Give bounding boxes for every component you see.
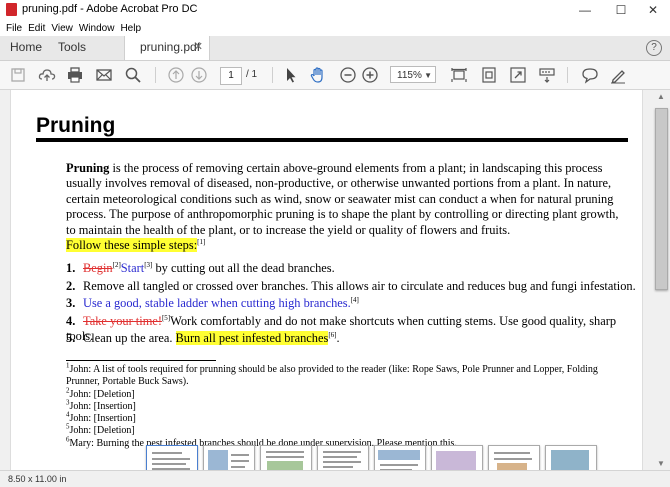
zoom-out-icon[interactable]	[339, 66, 357, 84]
menu-edit[interactable]: Edit	[25, 21, 48, 37]
footnote: 3John: [Insertion]	[66, 399, 626, 413]
save-icon[interactable]	[9, 66, 27, 84]
comment-reference: [4]	[350, 295, 359, 304]
list-item: 1. Begin[2]Start[3] by cutting out all th…	[66, 261, 636, 279]
zoom-in-icon[interactable]	[361, 66, 379, 84]
comment-icon[interactable]	[581, 66, 599, 84]
list-number: 3.	[66, 296, 76, 310]
pen-sign-icon[interactable]	[609, 66, 627, 84]
list-item: 2. Remove all tangled or crossed over bra…	[66, 279, 636, 297]
chevron-down-icon: ▼	[424, 71, 432, 80]
pdf-file-icon	[6, 3, 17, 16]
deleted-text[interactable]: Begin	[83, 261, 113, 275]
list-number: 1.	[66, 261, 76, 275]
print-icon[interactable]	[66, 66, 84, 84]
menu-view[interactable]: View	[48, 21, 76, 37]
title-bar: pruning.pdf - Adobe Acrobat Pro DC — ☐ ✕	[0, 0, 670, 20]
steps-intro: Follow these simple steps:[1]	[66, 238, 205, 253]
fit-page-icon[interactable]	[480, 66, 498, 84]
tab-home[interactable]: Home	[10, 36, 42, 60]
toolbar-divider	[155, 67, 156, 83]
document-heading: Pruning	[36, 114, 116, 137]
comment-summary: 1John: A list of tools required for prun…	[66, 362, 626, 450]
read-mode-icon[interactable]	[538, 66, 556, 84]
maximize-button[interactable]: ☐	[604, 0, 638, 20]
page-size-label: 8.50 x 11.00 in	[8, 474, 67, 484]
toolbar: 1 / 1 115% ▼	[0, 61, 670, 90]
footnote-text: John: A list of tools required for prunn…	[66, 364, 598, 388]
tab-document-label: pruning.pdf	[140, 40, 201, 54]
previous-page-icon[interactable]	[167, 66, 185, 84]
intro-paragraph: Pruning is the process of removing certa…	[66, 161, 626, 238]
scrollbar-thumb[interactable]	[655, 108, 668, 290]
full-screen-icon[interactable]	[509, 66, 527, 84]
comment-reference: [2]	[112, 260, 121, 269]
window-title: pruning.pdf - Adobe Acrobat Pro DC	[22, 3, 198, 15]
toolbar-divider	[272, 67, 273, 83]
list-item: 3. Use a good, stable ladder when cutting…	[66, 296, 636, 314]
cloud-upload-icon[interactable]	[38, 66, 56, 84]
pdf-page: Pruning Pruning is the process of removi…	[22, 90, 636, 470]
footnote-divider	[66, 360, 216, 361]
footnote: 4John: [Insertion]	[66, 411, 626, 425]
intro-text: is the process of removing certain above…	[66, 161, 619, 237]
list-text: Remove all tangled or crossed over branc…	[83, 278, 636, 293]
status-bar: 8.50 x 11.00 in	[0, 470, 670, 487]
page-number-input[interactable]: 1	[220, 67, 242, 85]
close-button[interactable]: ✕	[636, 0, 670, 20]
tab-document[interactable]: pruning.pdf ✕	[124, 36, 210, 60]
tab-tools[interactable]: Tools	[58, 36, 86, 60]
menu-help[interactable]: Help	[117, 21, 144, 37]
footnote: 2John: [Deletion]	[66, 387, 626, 401]
document-area: Pruning Pruning is the process of removi…	[0, 90, 651, 470]
steps-list: 1. Begin[2]Start[3] by cutting out all th…	[66, 261, 636, 349]
footnote-text: John: [Insertion]	[69, 400, 136, 412]
inserted-text[interactable]: Use a good, stable ladder when cutting h…	[83, 296, 351, 310]
highlighted-text[interactable]: Follow these simple steps:	[66, 238, 198, 252]
menu-bar: File Edit View Window Help	[0, 20, 670, 36]
deleted-text[interactable]: Take your time!	[83, 314, 162, 328]
footnote-text: John: [Insertion]	[69, 413, 136, 425]
comment-reference: [1]	[197, 237, 206, 246]
fit-width-icon[interactable]	[450, 66, 468, 84]
next-page-icon[interactable]	[190, 66, 208, 84]
hand-tool-icon[interactable]	[309, 66, 327, 84]
footnote-text: John: [Deletion]	[69, 425, 135, 437]
tab-bar: Home Tools pruning.pdf ✕ ?	[0, 36, 670, 61]
footnote-text: John: [Deletion]	[69, 388, 135, 400]
menu-window[interactable]: Window	[76, 21, 118, 37]
search-icon[interactable]	[124, 66, 142, 84]
intro-bold-term: Pruning	[66, 161, 110, 175]
footnote: 5John: [Deletion]	[66, 424, 626, 437]
menu-file[interactable]: File	[3, 21, 25, 37]
toolbar-divider	[567, 67, 568, 83]
help-icon[interactable]: ?	[646, 40, 662, 56]
page-count: / 1	[246, 69, 258, 80]
inserted-text[interactable]: Start	[121, 261, 144, 275]
zoom-level-dropdown[interactable]: 115% ▼	[390, 66, 436, 83]
list-text: Clean up the area.	[83, 331, 176, 345]
vertical-scrollbar[interactable]: ▲ ▼	[652, 90, 670, 470]
list-number: 4.	[66, 313, 76, 328]
left-panel-toggle[interactable]	[0, 90, 11, 470]
comment-reference: [6]	[328, 330, 337, 339]
list-text-end: .	[336, 331, 340, 345]
email-icon[interactable]	[95, 66, 113, 84]
list-item: 4. Take your time![5]Work comfortably and…	[66, 313, 636, 343]
scroll-up-icon[interactable]: ▲	[652, 92, 670, 101]
list-number: 2.	[66, 278, 76, 293]
list-text: by cutting out all the dead branches.	[152, 261, 335, 275]
footnote: 1John: A list of tools required for prun…	[66, 362, 626, 389]
list-item: 5. Clean up the area. Burn all pest infes…	[66, 331, 636, 349]
close-tab-icon[interactable]: ✕	[194, 36, 203, 59]
highlighted-text[interactable]: Burn all pest infested branches	[175, 331, 329, 345]
select-pointer-icon[interactable]	[282, 66, 300, 84]
comment-reference: [5]	[161, 313, 171, 322]
heading-rule	[36, 138, 628, 142]
minimize-button[interactable]: —	[568, 0, 602, 20]
list-number: 5.	[66, 331, 76, 345]
zoom-level-value: 115%	[397, 70, 422, 81]
